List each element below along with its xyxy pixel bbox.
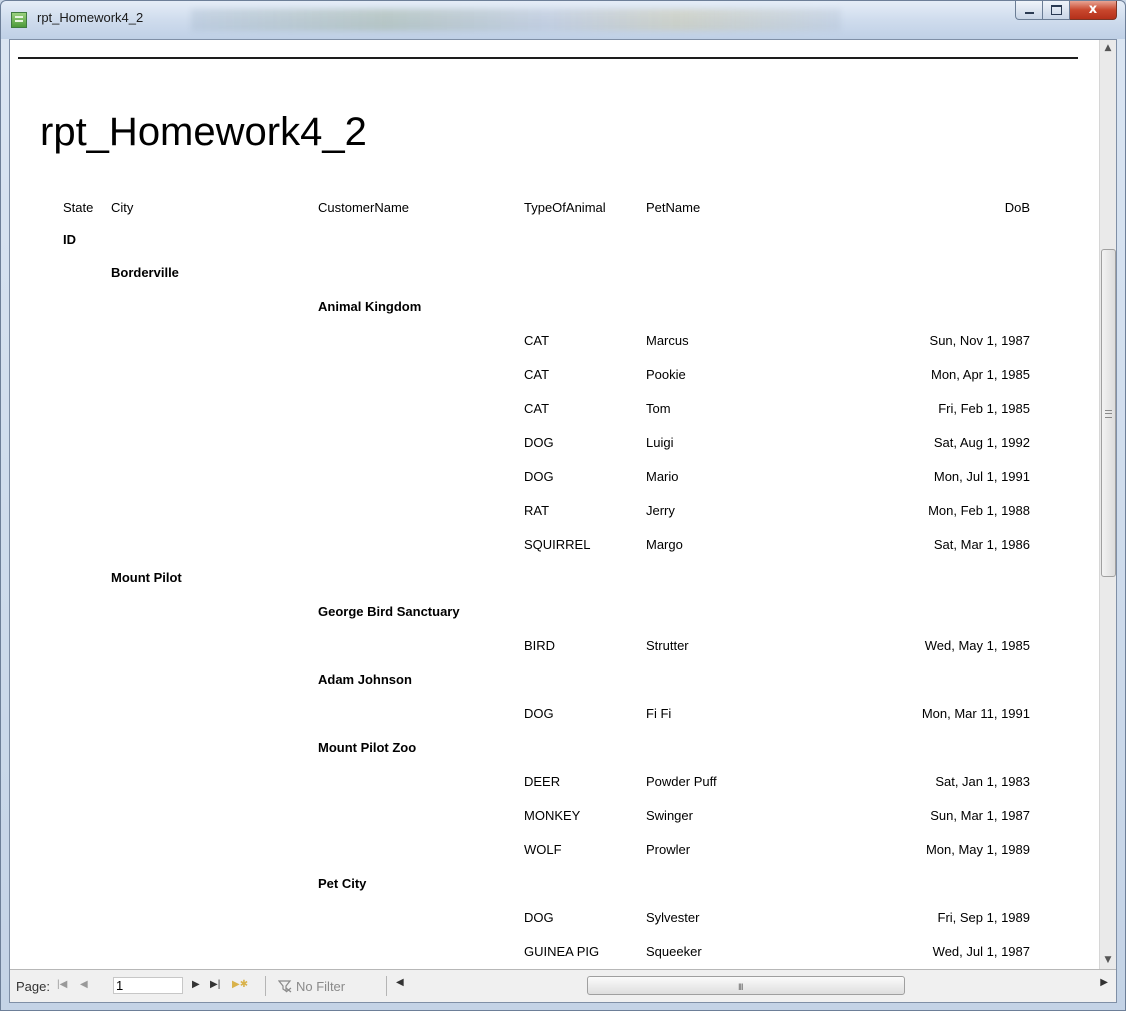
cell-dob: Wed, May 1, 1985 [924, 638, 1030, 653]
group-customer: Mount Pilot Zoo [318, 740, 417, 755]
cell-type: DOG [524, 910, 554, 925]
cell-pet-name: Fi Fi [646, 706, 672, 721]
header-type-of-animal: TypeOfAnimal [524, 200, 606, 215]
first-page-icon[interactable]: |◀ [57, 979, 67, 990]
close-icon: x [1088, 2, 1098, 17]
cell-type: CAT [524, 367, 550, 382]
page-label: Page: [16, 979, 50, 994]
no-filter-button[interactable]: No Filter [296, 979, 345, 994]
cell-dob: Sat, Jan 1, 1983 [935, 774, 1030, 789]
minimize-button[interactable] [1015, 1, 1043, 20]
title-bar[interactable]: rpt_Homework4_2 x [1, 1, 1125, 39]
access-report-icon [11, 12, 27, 28]
separator [265, 976, 266, 996]
scroll-right-arrow-icon[interactable]: ▶ [1100, 977, 1108, 988]
close-button[interactable]: x [1070, 1, 1117, 20]
vertical-scrollbar[interactable]: ▲ ▼ [1099, 40, 1116, 969]
group-state: ID [63, 232, 76, 247]
cell-type: GUINEA PIG [524, 944, 600, 959]
new-record-icon[interactable]: ▶✱ [232, 979, 248, 990]
group-city: Borderville [111, 265, 179, 280]
cell-type: CAT [524, 333, 550, 348]
report-title: rpt_Homework4_2 [40, 110, 367, 154]
cell-type: DOG [524, 469, 554, 484]
cell-type: DOG [524, 706, 554, 721]
cell-pet-name: Margo [646, 537, 683, 552]
page-number-input[interactable]: 1 [113, 977, 183, 994]
horizontal-scroll-thumb[interactable]: III [587, 976, 905, 995]
cell-pet-name: Luigi [646, 435, 674, 450]
header-dob: DoB [1004, 200, 1030, 215]
cell-type: DOG [524, 435, 554, 450]
cell-pet-name: Prowler [646, 842, 691, 857]
cell-pet-name: Sylvester [646, 910, 700, 925]
cell-pet-name: Swinger [646, 808, 693, 823]
cell-dob: Sat, Aug 1, 1992 [933, 435, 1030, 450]
cell-pet-name: Pookie [646, 367, 686, 382]
group-city: Mount Pilot [111, 570, 182, 585]
cell-pet-name: Mario [646, 469, 679, 484]
cell-pet-name: Jerry [646, 503, 675, 518]
report-view: rpt_Homework4_2 State City CustomerName … [9, 39, 1117, 1003]
window-controls: x [1015, 1, 1117, 21]
report-page: rpt_Homework4_2 State City CustomerName … [10, 40, 1101, 969]
window-title: rpt_Homework4_2 [37, 10, 144, 25]
header-state: State [63, 200, 94, 215]
cell-type: WOLF [524, 842, 562, 857]
cell-type: BIRD [524, 638, 556, 653]
cell-dob: Sun, Mar 1, 1987 [930, 808, 1030, 823]
header-city: City [111, 200, 134, 215]
page-top-border [18, 57, 1078, 59]
cell-pet-name: Tom [646, 401, 671, 416]
cell-dob: Fri, Feb 1, 1985 [938, 401, 1030, 416]
scroll-up-arrow-icon[interactable]: ▲ [1100, 40, 1116, 57]
cell-type: SQUIRREL [524, 537, 591, 552]
cell-pet-name: Strutter [646, 638, 689, 653]
cell-dob: Fri, Sep 1, 1989 [937, 910, 1031, 925]
cell-dob: Mon, May 1, 1989 [925, 842, 1030, 857]
vertical-scroll-thumb[interactable] [1101, 249, 1116, 577]
cell-pet-name: Squeeker [646, 944, 702, 959]
maximize-button[interactable] [1043, 1, 1070, 20]
cell-type: RAT [524, 503, 550, 518]
cell-dob: Mon, Mar 11, 1991 [921, 706, 1030, 721]
group-customer: George Bird Sanctuary [318, 604, 460, 619]
report-window: rpt_Homework4_2 x rpt_Homework4_2 State … [0, 0, 1126, 1011]
cell-dob: Sat, Mar 1, 1986 [933, 537, 1030, 552]
blurred-background-toolbar [191, 9, 841, 31]
cell-dob: Mon, Jul 1, 1991 [933, 469, 1030, 484]
cell-pet-name: Marcus [646, 333, 689, 348]
group-customer: Adam Johnson [318, 672, 412, 687]
cell-dob: Mon, Apr 1, 1985 [930, 367, 1030, 382]
grip-icon [1105, 410, 1112, 418]
record-navigation-bar: Page: |◀ ◀ 1 ▶ ▶| ▶✱ No Filter ◀ III ▶ [10, 969, 1116, 1002]
scroll-down-arrow-icon[interactable]: ▼ [1100, 952, 1116, 969]
previous-page-icon[interactable]: ◀ [80, 979, 88, 990]
next-page-icon[interactable]: ▶ [192, 979, 200, 990]
grip-icon: III [738, 982, 743, 992]
header-customer-name: CustomerName [318, 200, 410, 215]
header-pet-name: PetName [646, 200, 701, 215]
cell-type: DEER [524, 774, 561, 789]
cell-dob: Mon, Feb 1, 1988 [928, 503, 1030, 518]
cell-type: CAT [524, 401, 550, 416]
cell-type: MONKEY [524, 808, 581, 823]
separator [386, 976, 387, 996]
cell-dob: Sun, Nov 1, 1987 [929, 333, 1030, 348]
cell-pet-name: Powder Puff [646, 774, 717, 789]
scroll-left-arrow-icon[interactable]: ◀ [396, 977, 404, 988]
cell-dob: Wed, Jul 1, 1987 [932, 944, 1030, 959]
last-page-icon[interactable]: ▶| [210, 979, 220, 990]
group-customer: Pet City [318, 876, 367, 891]
group-customer: Animal Kingdom [318, 299, 422, 314]
no-filter-icon[interactable] [278, 979, 292, 993]
